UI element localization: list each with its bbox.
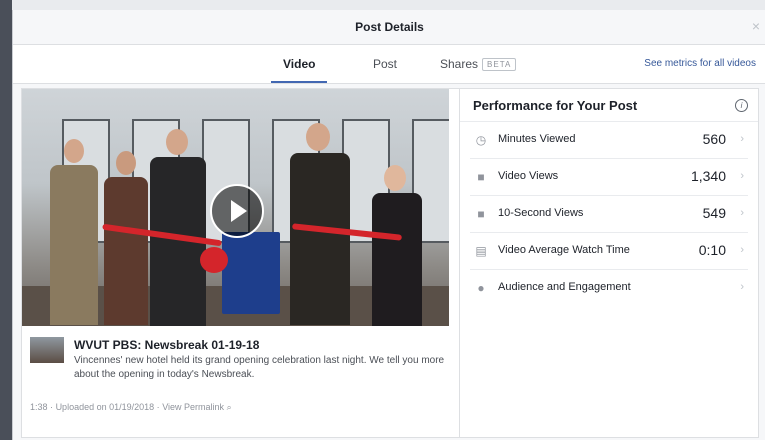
dialog-header: Post Details × — [13, 10, 765, 45]
tab-shares[interactable]: Shares BETA — [440, 45, 517, 83]
link-icon: ⌕ — [226, 402, 232, 412]
performance-panel: Performance for Your Post i ◷ Minutes Vi… — [459, 88, 759, 438]
video-info-line: 1:38 · Uploaded on 01/19/2018 · View Per… — [30, 402, 232, 413]
video-title[interactable]: WVUT PBS: Newsbreak 01-19-18 — [74, 338, 259, 352]
tab-shares-label: Shares — [440, 57, 479, 71]
chevron-right-icon: › — [740, 281, 744, 293]
video-duration: 1:38 — [30, 402, 48, 412]
film-icon: ▤ — [475, 244, 487, 258]
upload-date: Uploaded on 01/19/2018 — [55, 402, 155, 412]
play-button-icon[interactable] — [210, 184, 264, 238]
metric-label: 10-Second Views — [498, 207, 584, 219]
dialog-title: Post Details — [355, 20, 424, 34]
view-permalink-link[interactable]: View Permalink — [162, 402, 224, 412]
performance-title: Performance for Your Post — [473, 98, 638, 113]
metric-average-watch-time[interactable]: ▤ Video Average Watch Time 0:10 › — [470, 233, 748, 270]
metric-value: 0:10 — [698, 242, 726, 258]
see-all-metrics-link[interactable]: See metrics for all videos — [644, 45, 756, 83]
chevron-right-icon: › — [740, 170, 744, 182]
people-icon: ● — [477, 281, 485, 295]
beta-badge: BETA — [482, 58, 517, 71]
tab-video[interactable]: Video — [270, 45, 329, 83]
separator-dot: · — [156, 402, 160, 412]
tab-post[interactable]: Post — [373, 45, 397, 83]
chevron-right-icon: › — [740, 133, 744, 145]
metric-minutes-viewed[interactable]: ◷ Minutes Viewed 560 › — [470, 122, 748, 159]
tab-video-label: Video — [283, 57, 316, 71]
metric-video-views[interactable]: ■ Video Views 1,340 › — [470, 159, 748, 196]
chevron-right-icon: › — [740, 244, 744, 256]
video-camera-icon: ■ — [477, 207, 485, 221]
page-backdrop — [0, 0, 12, 440]
video-player[interactable] — [22, 89, 449, 326]
video-description: Vincennes' new hotel held its grand open… — [74, 355, 445, 380]
metric-label: Video Views — [498, 170, 559, 182]
tab-post-label: Post — [373, 57, 398, 71]
hotel-sign — [222, 232, 280, 314]
metric-value: 1,340 — [690, 168, 726, 184]
info-icon[interactable]: i — [735, 99, 748, 112]
metric-label: Video Average Watch Time — [498, 244, 630, 256]
metric-label: Audience and Engagement — [498, 281, 631, 293]
metric-value: 560 — [702, 131, 726, 147]
video-thumbnail[interactable] — [30, 337, 64, 363]
clock-icon: ◷ — [475, 133, 487, 147]
video-camera-icon: ■ — [477, 170, 485, 184]
post-details-dialog: Post Details × Video Post Shares BETA See… — [12, 10, 765, 440]
close-icon[interactable]: × — [752, 19, 760, 33]
metric-label: Minutes Viewed — [498, 133, 576, 145]
metric-value: 549 — [702, 205, 726, 221]
chevron-right-icon: › — [740, 207, 744, 219]
tab-bar: Video Post Shares BETA See metrics for al… — [13, 45, 765, 84]
metric-audience-engagement[interactable]: ● Audience and Engagement › — [470, 270, 748, 306]
metric-10-second-views[interactable]: ■ 10-Second Views 549 › — [470, 196, 748, 233]
video-panel: WVUT PBS: Newsbreak 01-19-18 Vincennes' … — [21, 88, 464, 438]
performance-header: Performance for Your Post i — [460, 89, 758, 122]
separator-dot: · — [50, 402, 54, 412]
ribbon-bow — [200, 247, 228, 273]
